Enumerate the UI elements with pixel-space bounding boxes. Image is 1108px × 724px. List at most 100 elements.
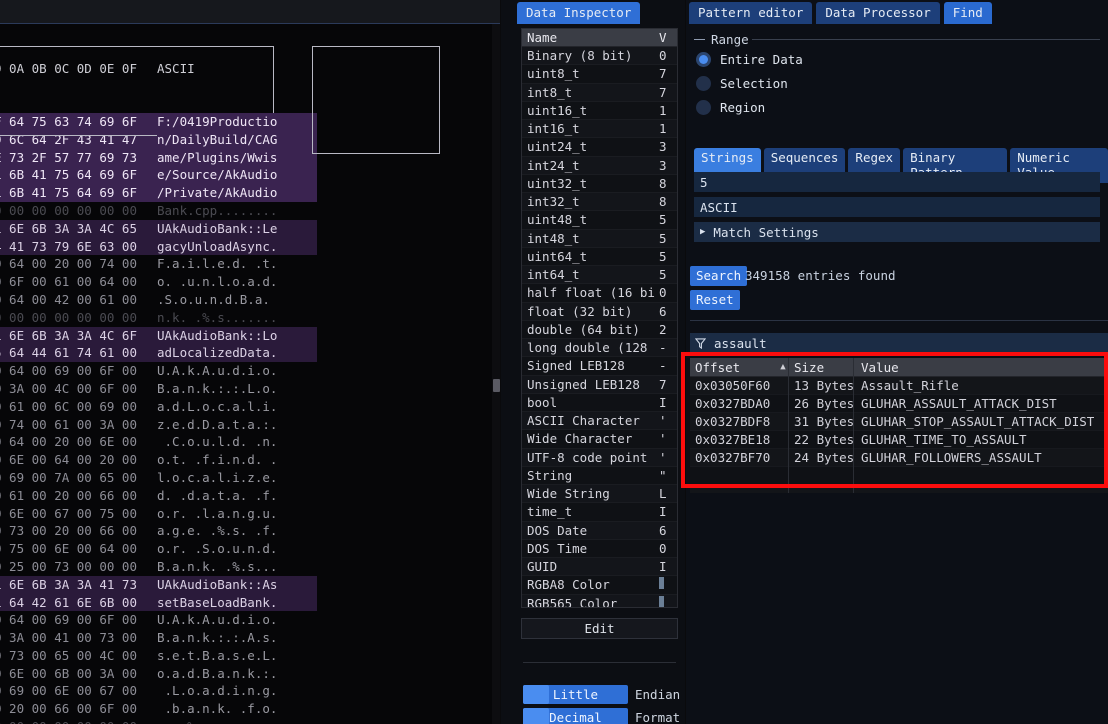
sort-ascending-icon[interactable]: ▲: [772, 362, 794, 372]
search-results-table[interactable]: Offset ▲ Size Value 0x03050F60 13 Bytes As…: [690, 358, 1108, 493]
results-row[interactable]: 0x0327BDF8 31 Bytes GLUHAR_STOP_ASSAULT_AT…: [690, 413, 1108, 431]
ascii-row[interactable]: B.a.n.k.:.:.L.o.: [157, 380, 317, 398]
format-toggle[interactable]: Decimal: [523, 708, 628, 724]
inspector-row[interactable]: uint8_t 7: [522, 65, 677, 84]
search-button[interactable]: Search: [690, 266, 748, 286]
ascii-row[interactable]: .C.o.u.l.d. .n.: [157, 433, 317, 451]
inspector-row[interactable]: uint64_t 5: [522, 247, 677, 266]
ascii-row[interactable]: n/DailyBuild/CAG: [157, 130, 317, 149]
results-row[interactable]: 0x03050F60 13 Bytes Assault_Rifle: [690, 377, 1108, 395]
results-col-value[interactable]: Value: [856, 360, 1108, 375]
inspector-row[interactable]: float (32 bit) 6: [522, 302, 677, 321]
inspector-row[interactable]: int32_t 8: [522, 193, 677, 212]
tab-data-inspector[interactable]: Data Inspector: [517, 2, 641, 24]
ascii-row[interactable]: F.a.i.l.e.d. .t.: [157, 255, 317, 273]
ascii-row[interactable]: setBaseLoadBank.: [157, 593, 317, 612]
inspector-row[interactable]: uint24_t 3: [522, 138, 677, 157]
inspector-row[interactable]: RGB565 Color: [522, 594, 677, 607]
ascii-row[interactable]: F:/0419Productio: [157, 112, 317, 131]
ascii-row[interactable]: B.a.n.k. .%.s...: [157, 558, 317, 576]
find-tabstrip[interactable]: Pattern editor Data Processor Find: [689, 2, 992, 24]
min-length-input[interactable]: 5: [694, 172, 1100, 192]
endian-toggle[interactable]: Little: [523, 685, 628, 704]
inspector-row[interactable]: Signed LEB128 -: [522, 357, 677, 376]
results-col-offset[interactable]: Offset: [690, 360, 772, 375]
range-option-entire-data[interactable]: Entire Data: [696, 52, 803, 67]
ascii-row[interactable]: d. .d.a.t.a. .f.: [157, 487, 317, 505]
results-col-size[interactable]: Size: [794, 360, 856, 375]
ascii-row[interactable]: UAkAudioBank::Lo: [157, 326, 317, 345]
ascii-row[interactable]: r. .%.s.........: [157, 718, 317, 724]
data-inspector-rows[interactable]: Binary (8 bit) 0 uint8_t 7 int8_t 7 uint16_t 1 i…: [522, 47, 677, 607]
ascii-row[interactable]: adLocalizedData.: [157, 344, 317, 363]
radio-icon[interactable]: [696, 100, 711, 115]
inspector-row[interactable]: UTF-8 code point ': [522, 448, 677, 467]
ascii-row[interactable]: U.A.k.A.u.d.i.o.: [157, 611, 317, 629]
inspector-row[interactable]: time_t I: [522, 503, 677, 522]
ascii-rows-container[interactable]: F:/0419Productio n/DailyBuild/CAG ame/Plug…: [157, 112, 317, 724]
ascii-row[interactable]: .S.o.u.n.d.B.a.: [157, 291, 317, 309]
inspector-row[interactable]: int16_t 1: [522, 120, 677, 139]
inspector-row[interactable]: bool I: [522, 393, 677, 412]
inspector-row[interactable]: Wide Character ': [522, 430, 677, 449]
endian-toggle-row[interactable]: Little Endian: [523, 685, 680, 704]
ascii-row[interactable]: l.o.c.a.l.i.z.e.: [157, 469, 317, 487]
ascii-row[interactable]: e/Source/AkAudio: [157, 166, 317, 185]
ascii-row[interactable]: .L.o.a.d.i.n.g.: [157, 682, 317, 700]
inspector-row[interactable]: uint48_t 5: [522, 211, 677, 230]
results-row[interactable]: 0x0327BE18 22 Bytes GLUHAR_TIME_TO_ASSAULT: [690, 431, 1108, 449]
inspector-row[interactable]: Binary (8 bit) 0: [522, 47, 677, 66]
ascii-row[interactable]: o.a.d.B.a.n.k.:.: [157, 665, 317, 683]
inspector-edit-button[interactable]: Edit: [521, 618, 678, 639]
ascii-row[interactable]: o.r. .l.a.n.g.u.: [157, 505, 317, 523]
inspector-row[interactable]: int64_t 5: [522, 266, 677, 285]
ascii-row[interactable]: s.e.t.B.a.s.e.L.: [157, 647, 317, 665]
inspector-row[interactable]: DOS Time 0: [522, 539, 677, 558]
ascii-row[interactable]: .b.a.n.k. .f.o.: [157, 700, 317, 718]
match-settings-collapsible[interactable]: ▶ Match Settings: [694, 222, 1100, 242]
inspector-row[interactable]: String ": [522, 466, 677, 485]
ascii-row[interactable]: gacyUnloadAsync.: [157, 237, 317, 256]
inspector-row[interactable]: double (64 bit) 2: [522, 320, 677, 339]
range-option-region[interactable]: Region: [696, 100, 765, 115]
ascii-row[interactable]: B.a.n.k.:.:.A.s.: [157, 629, 317, 647]
results-row[interactable]: 0x0327BF70 24 Bytes GLUHAR_FOLLOWERS_ASSAU…: [690, 449, 1108, 467]
results-row[interactable]: 0x0327BDA0 26 Bytes GLUHAR_ASSAULT_ATTACK_…: [690, 395, 1108, 413]
ascii-row[interactable]: o. .u.n.l.o.a.d.: [157, 273, 317, 291]
inspector-row[interactable]: int48_t 5: [522, 229, 677, 248]
encoding-input[interactable]: ASCII: [694, 197, 1100, 217]
tab-pattern-editor[interactable]: Pattern editor: [689, 2, 813, 24]
ascii-row[interactable]: ame/Plugins/Wwis: [157, 148, 317, 167]
format-toggle-row[interactable]: Decimal Format: [523, 708, 680, 724]
reset-button[interactable]: Reset: [690, 290, 740, 310]
tab-data-processor[interactable]: Data Processor: [816, 2, 940, 24]
ascii-row[interactable]: Bank.cpp........: [157, 202, 317, 220]
ascii-row[interactable]: o.r. .S.o.u.n.d.: [157, 540, 317, 558]
inspector-row[interactable]: int24_t 3: [522, 156, 677, 175]
hex-editor-scrollbar-thumb[interactable]: [493, 379, 500, 392]
results-filter-input[interactable]: assault: [690, 333, 1108, 353]
ascii-row[interactable]: n.k. .%.s.......: [157, 309, 317, 327]
ascii-row[interactable]: U.A.k.A.u.d.i.o.: [157, 362, 317, 380]
inspector-row[interactable]: GUID I: [522, 558, 677, 577]
inspector-col-name[interactable]: Name: [522, 30, 659, 45]
radio-icon[interactable]: [696, 52, 711, 67]
inspector-row[interactable]: int8_t 7: [522, 83, 677, 102]
ascii-row[interactable]: a.d.L.o.c.a.l.i.: [157, 398, 317, 416]
ascii-row[interactable]: z.e.d.D.a.t.a.:.: [157, 416, 317, 434]
results-rows-container[interactable]: 0x03050F60 13 Bytes Assault_Rifle 0x0327BDA…: [690, 377, 1108, 493]
inspector-row[interactable]: Wide String L: [522, 485, 677, 504]
inspector-row[interactable]: ASCII Character ': [522, 412, 677, 431]
ascii-row[interactable]: UAkAudioBank::As: [157, 575, 317, 594]
tab-find[interactable]: Find: [943, 2, 992, 24]
hex-editor-pane[interactable]: 9 0A 0B 0C 0D 0E 0F F 64 75 63 74 69 6F 9…: [0, 0, 500, 724]
inspector-row[interactable]: uint16_t 1: [522, 101, 677, 120]
hex-editor-scrollbar[interactable]: [492, 24, 500, 724]
ascii-row[interactable]: o.t. .f.i.n.d. .: [157, 451, 317, 469]
ascii-row[interactable]: a.g.e. .%.s. .f.: [157, 522, 317, 540]
data-inspector-table[interactable]: Name V Binary (8 bit) 0 uint8_t 7 int8_t 7 uin…: [521, 28, 678, 608]
inspector-row[interactable]: RGBA8 Color: [522, 576, 677, 595]
ascii-row[interactable]: /Private/AkAudio: [157, 184, 317, 202]
inspector-row[interactable]: DOS Date 6: [522, 521, 677, 540]
inspector-col-value[interactable]: V: [659, 30, 677, 45]
